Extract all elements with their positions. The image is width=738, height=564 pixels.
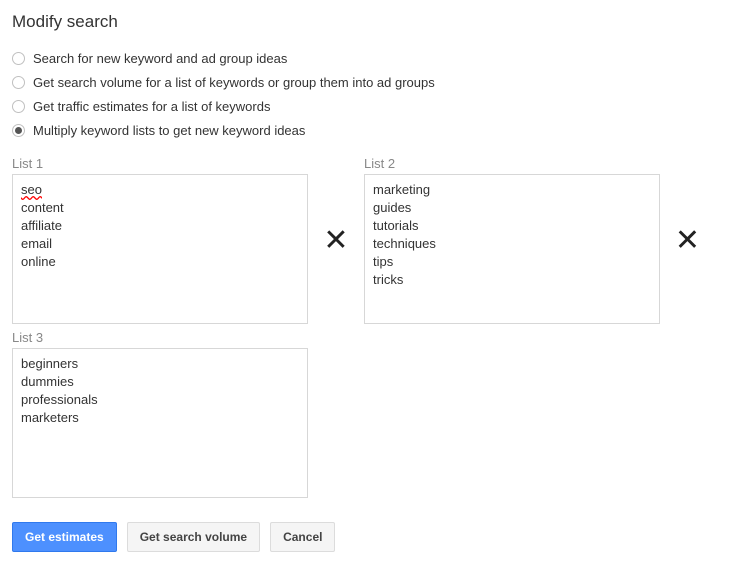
radio-option-search-volume[interactable]: Get search volume for a list of keywords…: [12, 72, 726, 92]
radio-icon: [12, 100, 25, 113]
radio-label: Get search volume for a list of keywords…: [33, 75, 435, 90]
radio-option-multiply-lists[interactable]: Multiply keyword lists to get new keywor…: [12, 120, 726, 140]
action-buttons: Get estimates Get search volume Cancel: [12, 522, 726, 552]
list-2-label: List 2: [364, 156, 660, 171]
radio-label: Search for new keyword and ad group idea…: [33, 51, 287, 66]
multiply-icon: ✕: [308, 156, 364, 324]
page-title: Modify search: [12, 12, 726, 32]
radio-option-traffic-estimates[interactable]: Get traffic estimates for a list of keyw…: [12, 96, 726, 116]
list-3-label: List 3: [12, 330, 308, 345]
cancel-button[interactable]: Cancel: [270, 522, 335, 552]
multiply-icon: ✕: [660, 156, 700, 324]
radio-label: Get traffic estimates for a list of keyw…: [33, 99, 270, 114]
list-1-label: List 1: [12, 156, 308, 171]
radio-option-new-keyword[interactable]: Search for new keyword and ad group idea…: [12, 48, 726, 68]
list-3-block: List 3 beginners dummies professionals m…: [12, 330, 308, 498]
radio-label: Multiply keyword lists to get new keywor…: [33, 123, 305, 138]
list-1-block: List 1 seo content affiliate email onlin…: [12, 156, 308, 324]
list-2-input[interactable]: marketing guides tutorials techniques ti…: [364, 174, 660, 324]
list-2-block: List 2 marketing guides tutorials techni…: [364, 156, 660, 324]
radio-icon: [12, 52, 25, 65]
radio-icon: [12, 76, 25, 89]
radio-icon: [12, 124, 25, 137]
get-search-volume-button[interactable]: Get search volume: [127, 522, 260, 552]
keyword-lists-area: List 1 seo content affiliate email onlin…: [12, 156, 726, 504]
list-1-input[interactable]: seo content affiliate email online: [12, 174, 308, 324]
get-estimates-button[interactable]: Get estimates: [12, 522, 117, 552]
search-type-radio-group: Search for new keyword and ad group idea…: [12, 48, 726, 140]
list-3-input[interactable]: beginners dummies professionals marketer…: [12, 348, 308, 498]
